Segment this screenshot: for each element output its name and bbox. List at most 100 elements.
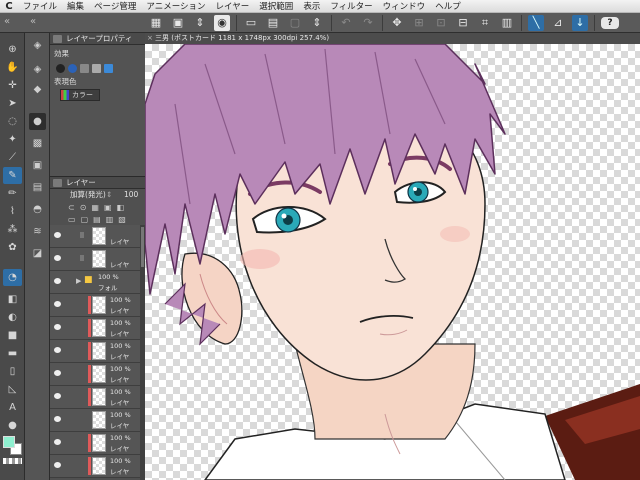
eye-icon[interactable]	[54, 347, 61, 353]
reference-icon[interactable]: ⊙	[80, 203, 87, 212]
open-folder-icon[interactable]: ▤	[265, 15, 281, 31]
new-file-icon[interactable]: ▭	[243, 15, 259, 31]
layer-row[interactable]: 100 % レイヤ	[50, 386, 145, 409]
expand-arrow-icon[interactable]: ▶	[76, 277, 81, 285]
eye-icon[interactable]	[54, 255, 61, 261]
new-layer-icon[interactable]: ▭	[68, 215, 76, 224]
menu-layer[interactable]: レイヤー	[211, 0, 255, 12]
select-icon[interactable]: ⊞	[411, 15, 427, 31]
gradient-icon[interactable]: ■	[3, 327, 22, 344]
collapse-left-icon[interactable]: «	[4, 16, 10, 27]
layer-row[interactable]: 100 % レイヤ	[50, 294, 145, 317]
view-toggle-icon[interactable]: ◉	[214, 14, 230, 31]
menu-edit[interactable]: 編集	[62, 0, 89, 12]
delete-layer-icon[interactable]: ▥	[106, 215, 114, 224]
layer-folder-row[interactable]: ▶ ■ 100 % フォル	[50, 271, 145, 294]
new-vector-icon[interactable]: ▢	[81, 215, 89, 224]
sub-tool-icon[interactable]: ▣	[29, 157, 46, 174]
balloon-icon[interactable]: ●	[3, 417, 22, 434]
stepper-icon[interactable]: ⇕	[192, 15, 208, 31]
blend-icon[interactable]: ◔	[3, 269, 22, 286]
redo-icon[interactable]: ↷	[360, 15, 376, 31]
decoration-icon[interactable]: ✿	[3, 239, 22, 256]
menu-selection[interactable]: 選択範囲	[254, 0, 298, 12]
fill-bucket-icon[interactable]: ◐	[3, 309, 22, 326]
menu-window[interactable]: ウィンドウ	[378, 0, 431, 12]
sub-tool-icon[interactable]: ◪	[29, 245, 46, 262]
tone-icon[interactable]	[80, 64, 89, 73]
stepper-icon[interactable]: ⇕	[309, 15, 325, 31]
canvas-tab[interactable]: × 三男 (ポストカード 1181 x 1748px 300dpi 257.4%…	[145, 33, 640, 44]
layer-row[interactable]: 100 % レイヤ	[50, 409, 145, 432]
snap-ruler-icon[interactable]: ╲	[528, 14, 544, 31]
pencil-icon[interactable]: ✏	[3, 185, 22, 202]
invert-selection-icon[interactable]: ⊟	[455, 15, 471, 31]
snap-grid-icon[interactable]: ⊿	[550, 15, 566, 31]
border-effect-icon[interactable]	[56, 64, 65, 73]
draft-icon[interactable]: ▦	[91, 203, 99, 212]
layer-row[interactable]: 100 % レイヤ	[50, 340, 145, 363]
help-icon[interactable]: ?	[601, 16, 619, 29]
figure-icon[interactable]: ▬	[3, 345, 22, 362]
ruler-icon[interactable]: ◺	[3, 381, 22, 398]
pen-icon[interactable]: ✎	[3, 167, 22, 184]
sub-tool-icon[interactable]: ◈	[29, 61, 46, 78]
lock-icon[interactable]	[80, 232, 84, 238]
grid-icon[interactable]: ▦	[148, 15, 164, 31]
lock-icon[interactable]: ▣	[104, 203, 112, 212]
sub-tool-icon[interactable]: ●	[29, 113, 46, 130]
opacity-value[interactable]: 100	[124, 189, 138, 201]
menu-view[interactable]: 表示	[298, 0, 325, 12]
extract-line-icon[interactable]	[68, 64, 77, 73]
hand-icon[interactable]: ✋	[3, 59, 22, 76]
snap-special-icon[interactable]: ↓	[572, 14, 588, 31]
new-icon[interactable]: ▣	[170, 15, 186, 31]
save-icon[interactable]: ▢	[287, 15, 303, 31]
collapse-left-icon[interactable]: «	[30, 16, 36, 27]
sub-tool-icon[interactable]: ◆	[29, 81, 46, 98]
clip-studio-icon[interactable]: C	[0, 1, 18, 12]
menu-animation[interactable]: アニメーション	[141, 0, 210, 12]
canvas-area[interactable]: × 三男 (ポストカード 1181 x 1748px 300dpi 257.4%…	[145, 33, 640, 480]
eye-icon[interactable]	[54, 462, 61, 468]
magic-wand-icon[interactable]: ✦	[3, 131, 22, 148]
operation-icon[interactable]: ➤	[3, 95, 22, 112]
layer-row[interactable]: レイヤ	[50, 248, 145, 271]
layer-color-icon[interactable]	[92, 64, 101, 73]
menu-filter[interactable]: フィルター	[325, 0, 377, 12]
scroll-thumb[interactable]	[141, 227, 144, 267]
zoom-icon[interactable]: ⊕	[3, 41, 22, 58]
eye-icon[interactable]	[54, 232, 61, 238]
menu-page[interactable]: ページ管理	[89, 0, 141, 12]
layer-row[interactable]: 100 % レイヤ	[50, 317, 145, 340]
layer-row[interactable]: 100 % レイヤ	[50, 455, 145, 478]
eye-icon[interactable]	[54, 370, 61, 376]
layer-row[interactable]: レイヤ	[50, 225, 145, 248]
sub-tool-icon[interactable]: ≋	[29, 223, 46, 240]
layer-row[interactable]: 100 % レイヤ	[50, 432, 145, 455]
text-icon[interactable]: A	[3, 399, 22, 416]
menu-help[interactable]: ヘルプ	[430, 0, 466, 12]
fill-icon[interactable]: ▥	[499, 15, 515, 31]
eye-icon[interactable]	[54, 301, 61, 307]
sub-tool-icon[interactable]: ▩	[29, 135, 46, 152]
sub-tool-icon[interactable]: ◈	[29, 37, 46, 54]
eye-icon[interactable]	[54, 324, 61, 330]
lock-icon[interactable]	[80, 255, 84, 261]
crop-icon[interactable]: ⌗	[477, 15, 493, 31]
transparent-color-swatch[interactable]	[3, 458, 22, 464]
clip-icon[interactable]: ⊂	[68, 203, 75, 212]
eraser-icon[interactable]: ◧	[3, 291, 22, 308]
new-folder-icon[interactable]: ▤	[93, 215, 101, 224]
close-tab-icon[interactable]: ×	[147, 33, 153, 44]
eye-icon[interactable]	[54, 393, 61, 399]
mask-icon[interactable]: ◧	[117, 203, 125, 212]
eye-icon[interactable]	[54, 439, 61, 445]
menu-file[interactable]: ファイル	[18, 0, 62, 12]
frame-icon[interactable]: ▯	[3, 363, 22, 380]
main-color-swatch[interactable]	[3, 436, 15, 448]
expression-color-select[interactable]: カラー	[60, 89, 100, 101]
blend-mode-select[interactable]: 加算(発光) ⇕ 100	[50, 189, 145, 201]
sub-tool-icon[interactable]: ▤	[29, 179, 46, 196]
eye-icon[interactable]	[54, 416, 61, 422]
